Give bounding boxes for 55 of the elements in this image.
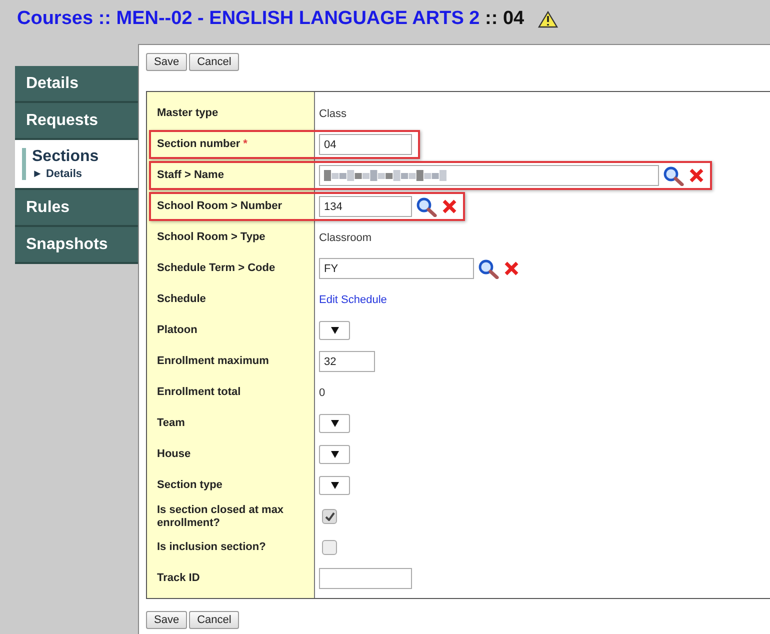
- input-field[interactable]: FY: [319, 258, 474, 279]
- field-label: Platoon: [156, 324, 198, 337]
- page-title: Courses :: MEN--02 - ENGLISH LANGUAGE ARTS 2 :: 04: [17, 8, 524, 30]
- dropdown[interactable]: [319, 321, 350, 340]
- sidebar-sub-link[interactable]: ► Details: [32, 168, 99, 180]
- field-label: School Room > Type: [156, 231, 266, 244]
- search-icon[interactable]: [663, 166, 685, 186]
- close-icon[interactable]: [504, 261, 519, 276]
- caret-icon: [330, 482, 338, 489]
- sidebar-tab[interactable]: Details: [15, 66, 138, 103]
- input-field[interactable]: [319, 568, 412, 589]
- field-value: 0: [319, 386, 326, 398]
- field-label: Team: [156, 417, 186, 430]
- field-label: Track ID: [156, 572, 201, 585]
- warning-icon: [538, 10, 558, 28]
- field-value: Class: [319, 108, 347, 120]
- cancel-button[interactable]: Cancel: [189, 611, 240, 629]
- field-label: School Room > Number: [156, 200, 283, 213]
- input-field[interactable]: 04: [319, 134, 412, 155]
- field-label: Section number *: [156, 138, 248, 151]
- save-button[interactable]: Save: [146, 53, 188, 71]
- sidebar-tab[interactable]: Sections ► Details: [15, 140, 138, 190]
- field-label: Master type: [156, 107, 220, 120]
- search-icon[interactable]: [416, 196, 438, 216]
- dropdown[interactable]: [319, 445, 350, 464]
- edit-schedule-link[interactable]: Edit Schedule: [319, 294, 387, 306]
- input-field[interactable]: 134: [319, 196, 412, 217]
- field-label: Is section closed at max enrollment?: [156, 504, 285, 530]
- input-field[interactable]: 32: [319, 351, 375, 372]
- field-label: House: [156, 448, 192, 461]
- caret-icon: [330, 327, 338, 334]
- field-label: Enrollment total: [156, 386, 242, 399]
- caret-icon: [330, 451, 338, 458]
- checkbox[interactable]: [322, 540, 337, 555]
- sidebar-tab-label: Sections: [32, 148, 99, 166]
- close-icon[interactable]: [689, 168, 704, 183]
- cancel-button[interactable]: Cancel: [189, 53, 240, 71]
- sidebar-tab[interactable]: Requests: [15, 103, 138, 140]
- field-label: Staff > Name: [156, 169, 225, 182]
- field-label: Schedule: [156, 293, 207, 306]
- save-button[interactable]: Save: [146, 611, 188, 629]
- sidebar-tab[interactable]: Rules: [15, 190, 138, 227]
- dropdown[interactable]: [319, 476, 350, 495]
- field-label: Is inclusion section?: [156, 541, 267, 554]
- dropdown[interactable]: [319, 414, 350, 433]
- field-label: Schedule Term > Code: [156, 262, 276, 275]
- close-icon[interactable]: [442, 199, 457, 214]
- field-label: Section type: [156, 479, 224, 492]
- input-field[interactable]: [319, 165, 659, 186]
- sidebar-tab[interactable]: Snapshots: [15, 227, 138, 264]
- caret-icon: [330, 420, 338, 427]
- field-value: Classroom: [319, 232, 372, 244]
- search-icon[interactable]: [478, 258, 500, 278]
- field-label: Enrollment maximum: [156, 355, 270, 368]
- checkbox[interactable]: [322, 509, 337, 524]
